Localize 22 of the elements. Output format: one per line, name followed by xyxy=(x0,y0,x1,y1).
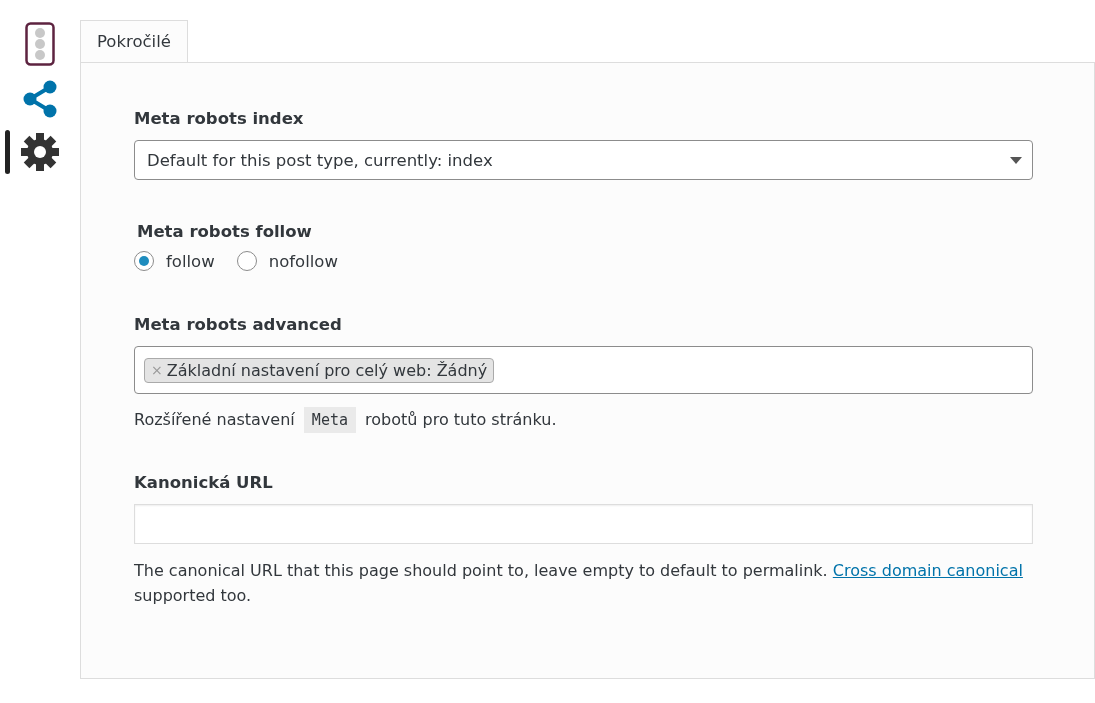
select-field[interactable]: Default for this post type, currently: index xyxy=(134,140,1033,180)
share-icon xyxy=(22,80,58,118)
cross-domain-link[interactable]: Cross domain canonical xyxy=(832,560,1023,580)
radio-button[interactable] xyxy=(236,251,257,271)
url-input-field[interactable] xyxy=(134,503,1033,544)
radio-option[interactable]: nofollow xyxy=(236,251,338,271)
help-text: Rozšířené nastavení Meta robotů pro tuto stránku. xyxy=(134,407,1033,433)
radio-option[interactable]: follow xyxy=(134,251,215,271)
tab[interactable]: Pokročilé xyxy=(80,20,188,63)
radio-label: nofollow xyxy=(268,251,338,271)
field-label: Meta robots follow xyxy=(137,222,313,241)
multi-select-field[interactable]: × Základní nastavení pro celý web: Žádný xyxy=(134,346,1033,394)
selected-tag: × Základní nastavení pro celý web: Žádný xyxy=(144,357,495,383)
radio-button[interactable] xyxy=(134,251,154,271)
field-label: Meta robots index xyxy=(134,109,305,128)
field-label: Meta robots advanced xyxy=(134,315,343,334)
field-label: Kanonická URL xyxy=(134,472,274,492)
traffic-light-icon xyxy=(25,22,55,66)
help-text: The canonical URL that this page should point to, leave empty to default to permalink. Cross domain canonical supported too. xyxy=(134,559,1024,608)
caret-icon xyxy=(1010,156,1022,164)
radio-label: follow xyxy=(166,251,215,271)
settings-icon xyxy=(20,132,60,172)
